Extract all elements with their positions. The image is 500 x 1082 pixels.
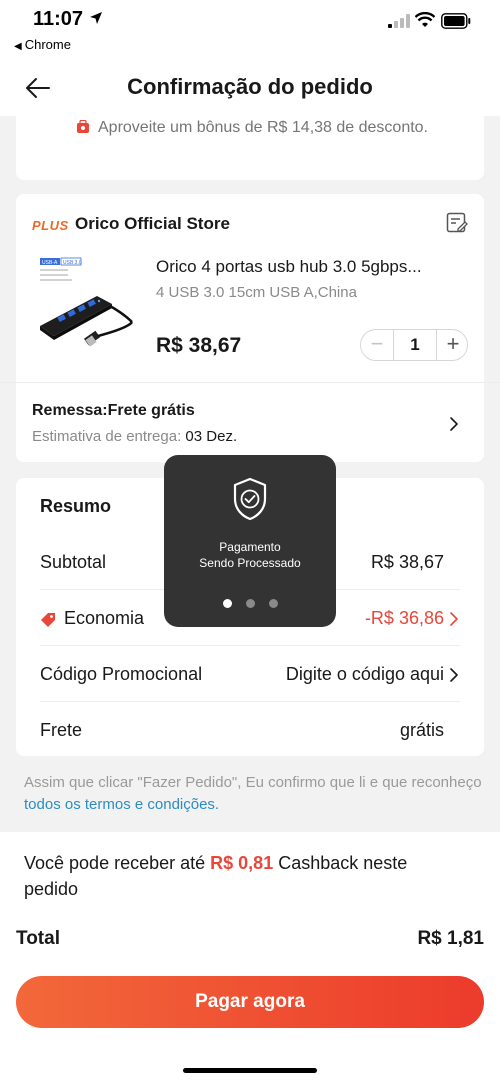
chevron-right-icon — [450, 612, 458, 626]
delivery-estimate: Estimativa de entrega: 03 Dez. — [32, 428, 237, 445]
processing-text: Pagamento Sendo Processado — [164, 539, 336, 571]
cashback-prefix: Você pode receber até — [24, 853, 206, 873]
terms-body: Assim que clicar "Fazer Pedido", Eu conf… — [24, 774, 482, 791]
shipping-cost-label: Frete — [40, 720, 83, 740]
economy-label: Economia — [64, 608, 145, 628]
cashback-text: Você pode receber até R$ 0,81 Cashback n… — [24, 850, 464, 902]
quantity-value[interactable]: 1 — [393, 330, 437, 360]
decrease-quantity-button[interactable]: − — [361, 330, 393, 360]
progress-dot — [268, 599, 278, 608]
promo-code-input[interactable]: Digite o código aqui — [286, 664, 444, 685]
payment-processing-overlay: Pagamento Sendo Processado — [164, 455, 336, 627]
product-image-tag-usb3: USB 3.0 — [63, 260, 82, 266]
product-variant: 4 USB 3.0 15cm USB A,China — [156, 284, 357, 301]
processing-line-1: Pagamento — [219, 540, 281, 554]
cashback-amount: R$ 0,81 — [210, 853, 274, 873]
quantity-stepper: − 1 + — [360, 329, 468, 361]
chevron-right-icon — [450, 668, 458, 682]
increase-quantity-button[interactable]: + — [437, 330, 469, 360]
wifi-icon — [415, 12, 435, 27]
product-price: R$ 38,67 — [156, 334, 242, 357]
divider — [0, 382, 500, 383]
shipping-cost-value: grátis — [399, 720, 444, 740]
total-label: Total — [16, 928, 60, 949]
delivery-estimate-date: 03 Dez. — [185, 428, 238, 445]
summary-title: Resumo — [40, 496, 112, 516]
home-indicator[interactable] — [183, 1068, 317, 1073]
cellular-signal-icon — [388, 14, 410, 28]
shipping-title: Remessa:Frete grátis — [32, 402, 195, 419]
bonus-card: Aproveite um bônus de R$ 14,38 de descon… — [16, 100, 484, 180]
terms-link[interactable]: todos os termos e condições. — [24, 796, 219, 813]
note-edit-icon[interactable] — [446, 212, 468, 234]
battery-icon — [441, 13, 471, 29]
back-app-label: Chrome — [24, 37, 71, 52]
promo-code-row[interactable]: Código Promocional Digite o código aqui — [16, 646, 484, 702]
terms-text: Assim que clicar "Fazer Pedido", Eu conf… — [24, 772, 484, 816]
chevron-right-icon — [450, 417, 458, 431]
shipping-cost-row: Frete grátis — [16, 702, 484, 758]
status-time: 11:07 — [33, 8, 84, 30]
bonus-text: Aproveite um bônus de R$ 14,38 de descon… — [98, 119, 428, 136]
store-card: PLUS Orico Official Store USB-A USB 3.0 … — [0, 194, 500, 462]
checkout-footer: Você pode receber até R$ 0,81 Cashback n… — [0, 832, 500, 1082]
total-value: R$ 1,81 — [417, 928, 484, 949]
shield-check-icon — [233, 477, 267, 521]
processing-line-2: Sendo Processado — [199, 556, 301, 570]
promo-code-label: Código Promocional — [40, 664, 203, 684]
subtotal-value: R$ 38,67 — [370, 552, 444, 572]
page-title: Confirmação do pedido — [127, 74, 373, 99]
progress-dot — [222, 599, 232, 608]
delivery-estimate-label: Estimativa de entrega: — [32, 428, 182, 445]
product-image-tag-usb-a: USB-A — [42, 260, 58, 266]
store-name[interactable]: Orico Official Store — [75, 214, 230, 234]
location-arrow-icon — [90, 12, 102, 24]
progress-dot — [245, 599, 255, 608]
progress-dots — [164, 595, 336, 613]
pay-now-button[interactable]: Pagar agora — [16, 976, 484, 1028]
coupon-bag-icon — [77, 120, 89, 133]
product-image[interactable]: USB-A USB 3.0 — [32, 256, 142, 356]
back-to-app-link[interactable]: ◀ Chrome — [14, 37, 71, 52]
product-title[interactable]: Orico 4 portas usb hub 3.0 5gbps... — [156, 257, 466, 277]
subtotal-label: Subtotal — [40, 552, 107, 572]
price-tag-icon — [41, 613, 55, 627]
plus-badge: PLUS — [32, 218, 69, 233]
economy-value: -R$ 36,86 — [364, 608, 444, 628]
status-bar: 11:07 ◀ Chrome — [0, 0, 500, 60]
